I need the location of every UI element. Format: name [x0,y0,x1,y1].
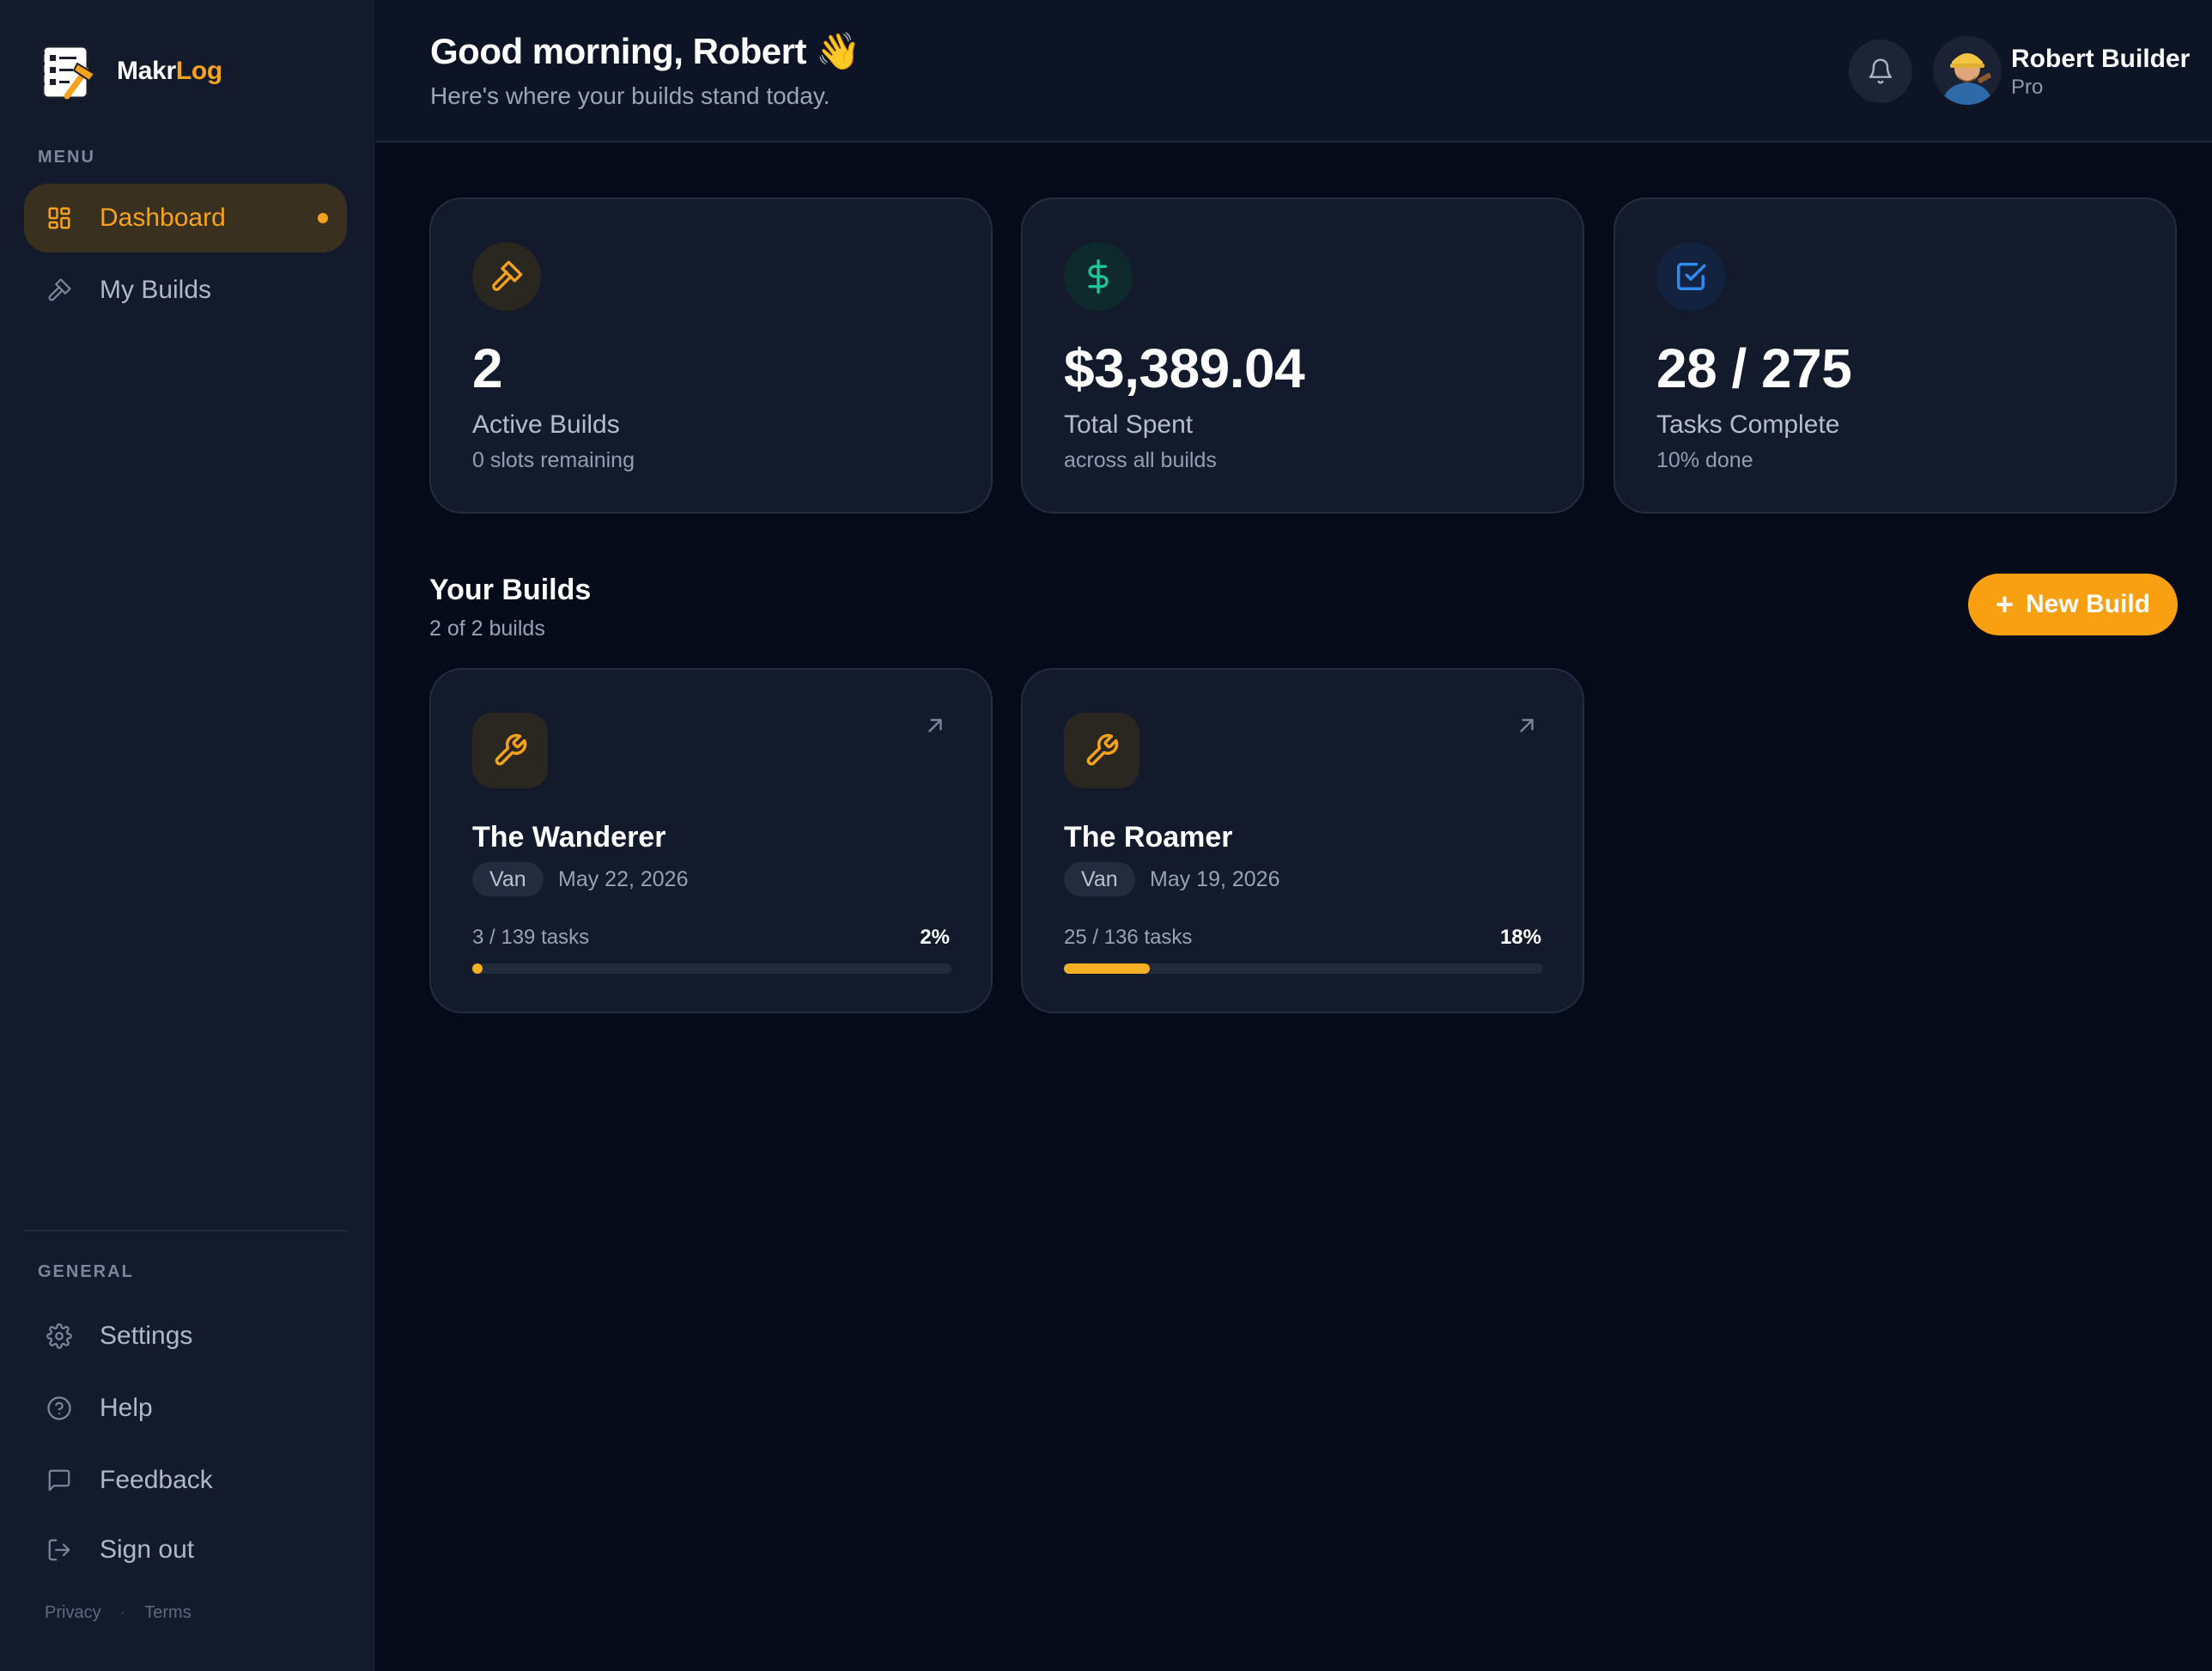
stat-value: 28 / 275 [1656,337,1852,399]
general-section-label: GENERAL [38,1262,134,1281]
sign-out-icon [45,1535,74,1565]
brand-name-part2: Log [175,57,222,85]
build-task-count: 25 / 136 tasks [1064,926,1193,949]
stat-icon-wrap [1064,242,1133,311]
sidebar-item-label: My Builds [100,276,212,304]
build-progress-fill [1064,963,1151,974]
sidebar-item-settings[interactable]: Settings [24,1302,347,1370]
footer-separator: · [119,1603,126,1622]
stat-sublabel: 10% done [1656,448,1753,472]
builds-count: 2 of 2 builds [429,617,545,641]
stat-label: Active Builds [472,410,620,439]
user-avatar[interactable] [1933,36,2002,105]
stat-label: Tasks Complete [1656,410,1840,439]
build-date: May 22, 2026 [558,867,689,891]
menu-section-label: MENU [38,148,95,167]
dashboard-grid-icon [45,204,74,233]
build-icon-wrap [1064,713,1139,788]
build-date: May 19, 2026 [1150,867,1280,891]
stat-value: 2 [472,337,503,399]
greeting-subtitle: Here's where your builds stand today. [430,82,830,109]
build-percent: 2% [920,926,950,949]
makrlog-logo-icon [40,45,96,100]
build-progress-bar [472,963,951,974]
stat-icon-wrap [1656,242,1725,311]
bell-icon [1869,58,1893,84]
user-plan: Pro [2011,76,2044,99]
sidebar-item-feedback[interactable]: Feedback [24,1446,347,1515]
build-progress-bar [1064,963,1543,974]
privacy-link[interactable]: Privacy [45,1603,101,1623]
terms-link[interactable]: Terms [144,1603,191,1623]
check-square-icon [1677,263,1706,290]
dollar-icon [1088,259,1109,294]
sidebar-item-help[interactable]: Help [24,1374,347,1443]
sidebar-item-label: Dashboard [100,204,226,232]
build-percent: 18% [1499,926,1541,949]
build-type-badge: Van [472,862,544,896]
stat-card-tasks-complete: 28 / 275 Tasks Complete 10% done [1613,197,2177,513]
sidebar-item-sign-out[interactable]: Sign out [24,1516,347,1584]
stat-card-total-spent: $3,389.04 Total Spent across all builds [1021,197,1584,513]
sidebar-item-label: Sign out [100,1535,195,1564]
wrench-icon [1086,733,1119,766]
wrench-icon [495,733,527,766]
build-type-badge: Van [1064,862,1135,896]
hammer-icon [45,276,74,305]
brand-name-part1: Makr [117,57,176,85]
arrow-up-right-icon[interactable] [924,714,946,737]
stat-sublabel: 0 slots remaining [472,448,635,472]
build-card-the-wanderer[interactable]: The Wanderer Van May 22, 2026 3 / 139 ta… [429,668,993,1013]
hammer-icon [492,260,523,291]
greeting-title: Good morning, Robert 👋 [430,31,860,71]
stat-value: $3,389.04 [1064,337,1305,399]
sidebar-divider [24,1230,347,1231]
sidebar-item-label: Settings [100,1322,193,1350]
arrow-up-right-icon[interactable] [1516,714,1538,737]
brand[interactable]: MakrLog [36,39,222,103]
build-task-count: 3 / 139 tasks [472,926,590,949]
stat-card-active-builds: 2 Active Builds 0 slots remaining [429,197,993,513]
brand-name: MakrLog [117,57,222,86]
build-progress-fill [472,963,483,974]
gear-icon [45,1322,74,1351]
sidebar-item-label: Help [100,1394,153,1422]
new-build-label: New Build [2026,590,2151,618]
app-root: MakrLog MENU Dashboard My Builds GENERAL… [0,0,2212,1671]
notifications-button[interactable] [1849,39,1912,103]
user-name: Robert Builder [2011,45,2191,73]
sidebar-item-my-builds[interactable]: My Builds [24,256,347,325]
stat-icon-wrap [472,242,541,311]
plus-icon: + [1995,586,2014,622]
active-indicator-dot [318,213,328,223]
build-name: The Roamer [1064,821,1233,854]
new-build-button[interactable]: + New Build [1968,574,2178,635]
stat-sublabel: across all builds [1064,448,1217,472]
top-header: Good morning, Robert 👋 Here's where your… [375,0,2212,143]
stat-label: Total Spent [1064,410,1194,439]
sidebar-item-label: Feedback [100,1466,213,1494]
build-card-the-roamer[interactable]: The Roamer Van May 19, 2026 25 / 136 tas… [1021,668,1584,1013]
message-square-icon [45,1466,74,1495]
avatar-image-icon [1933,36,2002,105]
sidebar-footer: Privacy · Terms [45,1603,191,1623]
help-circle-icon [45,1394,74,1423]
sidebar: MakrLog MENU Dashboard My Builds GENERAL… [0,0,374,1671]
build-icon-wrap [472,713,548,788]
sidebar-item-dashboard[interactable]: Dashboard [24,184,347,252]
builds-section-title: Your Builds [429,574,592,606]
build-name: The Wanderer [472,821,666,854]
